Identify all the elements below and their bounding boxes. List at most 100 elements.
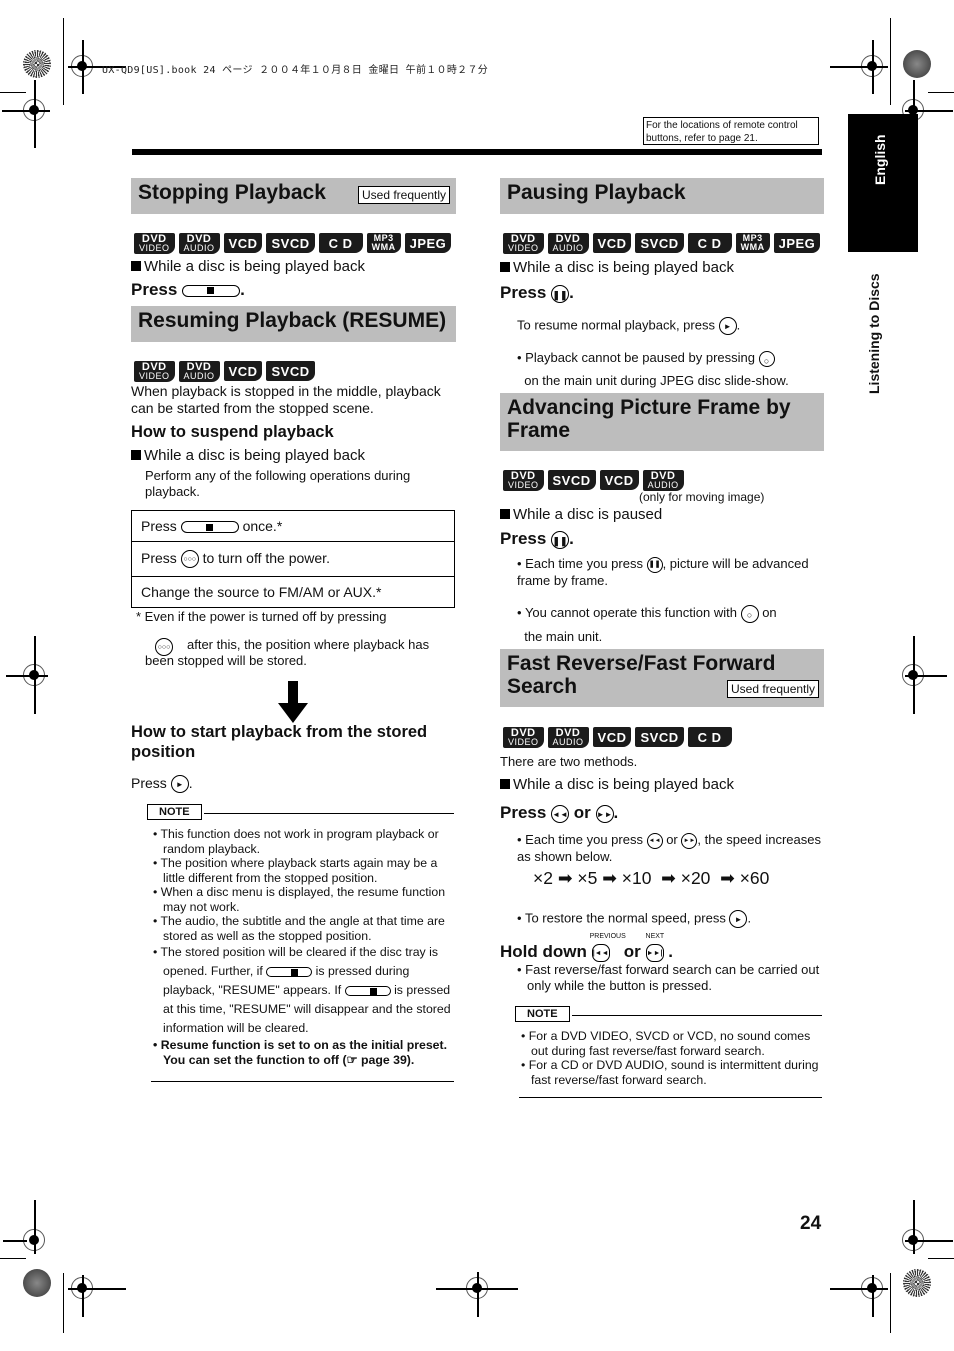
badge-dvd-audio: DVD AUDIO	[547, 233, 589, 254]
suspend-options-table: Press once.* Press ○○○ to turn off the p…	[131, 510, 455, 608]
stop-button-icon	[182, 284, 241, 297]
moving-image-note: (only for moving image)	[639, 490, 765, 504]
stop-button-icon	[344, 985, 391, 996]
section-heading-resuming: Resuming Playback (RESUME)	[131, 306, 456, 342]
page-reference-icon: ☞	[346, 1052, 358, 1067]
badge-vcd: VCD	[223, 233, 263, 253]
note-end-rule	[151, 1081, 454, 1082]
section-heading-pausing: Pausing Playback	[500, 178, 824, 214]
badge-dvd-video: DVD VIDEO	[503, 727, 544, 748]
badge-jpeg: JPEG	[773, 233, 821, 253]
hold-note: • Fast reverse/fast forward search can b…	[517, 962, 820, 993]
badge-svcd: SVCD	[635, 727, 684, 747]
badge-dvd-video: DVD VIDEO	[134, 233, 175, 254]
square-bullet-icon	[500, 509, 510, 519]
note-label: NOTE	[515, 1006, 570, 1022]
section-heading-advancing: Advancing Picture Frame by Frame	[500, 393, 824, 451]
badge-vcd: VCD	[592, 233, 632, 253]
note-item: For a DVD VIDEO, SVCD or VCD, no sound c…	[521, 1029, 823, 1058]
start-heading: How to start playback from the stored po…	[131, 723, 428, 761]
badge-dvd-video: DVD VIDEO	[503, 470, 544, 491]
advance-bullet-1: • Each time you press ❚❚, picture will b…	[517, 556, 809, 588]
note-rule	[204, 813, 454, 814]
badge-dvd-audio: DVD AUDIO	[178, 361, 220, 382]
fast-forward-button-icon: ►►	[681, 832, 698, 849]
resume-text: To resume normal playback, press ►.	[517, 317, 740, 335]
condition-text: While a disc is being played back	[131, 258, 365, 275]
previous-label: PREVIOUS	[589, 933, 626, 940]
note-item: The stored position will be cleared if t…	[153, 943, 453, 1038]
remote-reference-note: For the locations of remote control butt…	[643, 117, 819, 145]
note-item: The audio, the subtitle and the angle at…	[153, 914, 453, 943]
pause-button-icon: ❚❚	[646, 556, 663, 573]
badge-mp3-wma: MP3 WMA	[366, 233, 401, 253]
condition-text: While a disc is being played back	[500, 259, 734, 276]
dvd-play-button-icon: ►	[718, 317, 737, 335]
resume-intro: When playback is stopped in the middle, …	[131, 383, 441, 416]
note-label: NOTE	[147, 804, 202, 820]
right-arrow-icon: ➡	[557, 868, 573, 888]
methods-intro: There are two methods.	[500, 754, 638, 769]
press-instruction: Press ❚❚.	[500, 529, 574, 549]
table-row: Press ○○○ to turn off the power.	[131, 541, 455, 577]
perform-text: Perform any of the following operations …	[145, 468, 411, 499]
start-press-instruction: Press ►.	[131, 775, 193, 794]
color-target-icon	[23, 50, 51, 78]
pause-button-icon: ❚❚	[551, 284, 570, 303]
square-bullet-icon	[131, 261, 141, 271]
restore-bullet: • To restore the normal speed, press ►.	[517, 910, 751, 928]
color-target-icon	[23, 1269, 51, 1297]
speed-step: ×60	[739, 868, 770, 888]
badge-jpeg: JPEG	[404, 233, 452, 253]
badge-dvd-audio: DVD AUDIO	[642, 470, 684, 491]
badge-svcd: SVCD	[547, 470, 596, 490]
condition-text: While a disc is being played back	[131, 447, 365, 464]
speed-step: ×2	[533, 868, 553, 888]
previous-button-icon: |◄◄	[591, 943, 610, 962]
page-number: 24	[800, 1213, 822, 1234]
color-target-icon	[903, 1269, 931, 1297]
note-item: For a CD or DVD AUDIO, sound is intermit…	[521, 1058, 823, 1087]
badge-svcd: SVCD	[266, 233, 315, 253]
speed-step: ×5	[577, 868, 598, 888]
badge-cd: C D	[687, 727, 732, 747]
badge-dvd-video: DVD VIDEO	[134, 361, 175, 382]
color-target-icon	[903, 50, 931, 78]
disc-type-badges: DVD VIDEO DVD AUDIO VCD SVCD C D MP3 WMA JP…	[134, 233, 452, 254]
hold-down-instruction: Hold down PREVIOUS |◄◄ or NEXT ►►| .	[500, 933, 673, 962]
next-button-icon: ►►|	[645, 943, 664, 962]
condition-text: While a disc is paused	[500, 506, 662, 523]
badge-dvd-video: DVD VIDEO	[503, 233, 544, 254]
speed-bullet: • Each time you press ◄◄ or ►►, the spee…	[517, 832, 821, 864]
note-item: When a disc menu is displayed, the resum…	[153, 885, 453, 914]
badge-dvd-audio: DVD AUDIO	[178, 233, 220, 254]
badge-svcd: SVCD	[266, 361, 315, 381]
badge-cd: C D	[687, 233, 732, 253]
section-tab-label: Listening to Discs	[866, 273, 882, 394]
footnote: * Even if the power is turned off by pre…	[136, 609, 387, 624]
stop-button-icon	[266, 966, 313, 977]
rewind-button-icon: ◄◄	[551, 804, 570, 823]
square-bullet-icon	[131, 450, 141, 460]
right-arrow-icon: ➡	[720, 868, 735, 888]
fast-search-notes: For a DVD VIDEO, SVCD or VCD, no sound c…	[521, 1029, 823, 1087]
press-instruction: Press .	[131, 280, 245, 299]
used-frequently-badge: Used frequently	[358, 186, 451, 204]
suspend-heading: How to suspend playback	[131, 423, 334, 441]
badge-cd: C D	[318, 233, 363, 253]
square-bullet-icon	[500, 262, 510, 272]
section-heading-fast-search: Fast Reverse/Fast Forward Search	[500, 649, 824, 707]
press-instruction: Press ❚❚.	[500, 283, 574, 303]
press-instruction: Press ◄◄ or ►►.	[500, 803, 619, 823]
right-arrow-icon: ➡	[661, 868, 676, 888]
print-metadata: UX-QD9[US].book 24 ページ ２００４年１０月８日 金曜日 午前…	[102, 65, 489, 76]
right-arrow-icon: ➡	[602, 868, 617, 888]
square-bullet-icon	[500, 779, 510, 789]
next-label: NEXT	[645, 933, 665, 940]
pause-button-icon: ❚❚	[551, 530, 570, 549]
badge-vcd: VCD	[223, 361, 263, 381]
fast-forward-button-icon: ►►	[595, 804, 614, 823]
table-row: Press once.*	[131, 510, 455, 542]
speed-step: ×20	[680, 868, 711, 888]
dvd-play-button-icon: ►	[729, 910, 748, 928]
